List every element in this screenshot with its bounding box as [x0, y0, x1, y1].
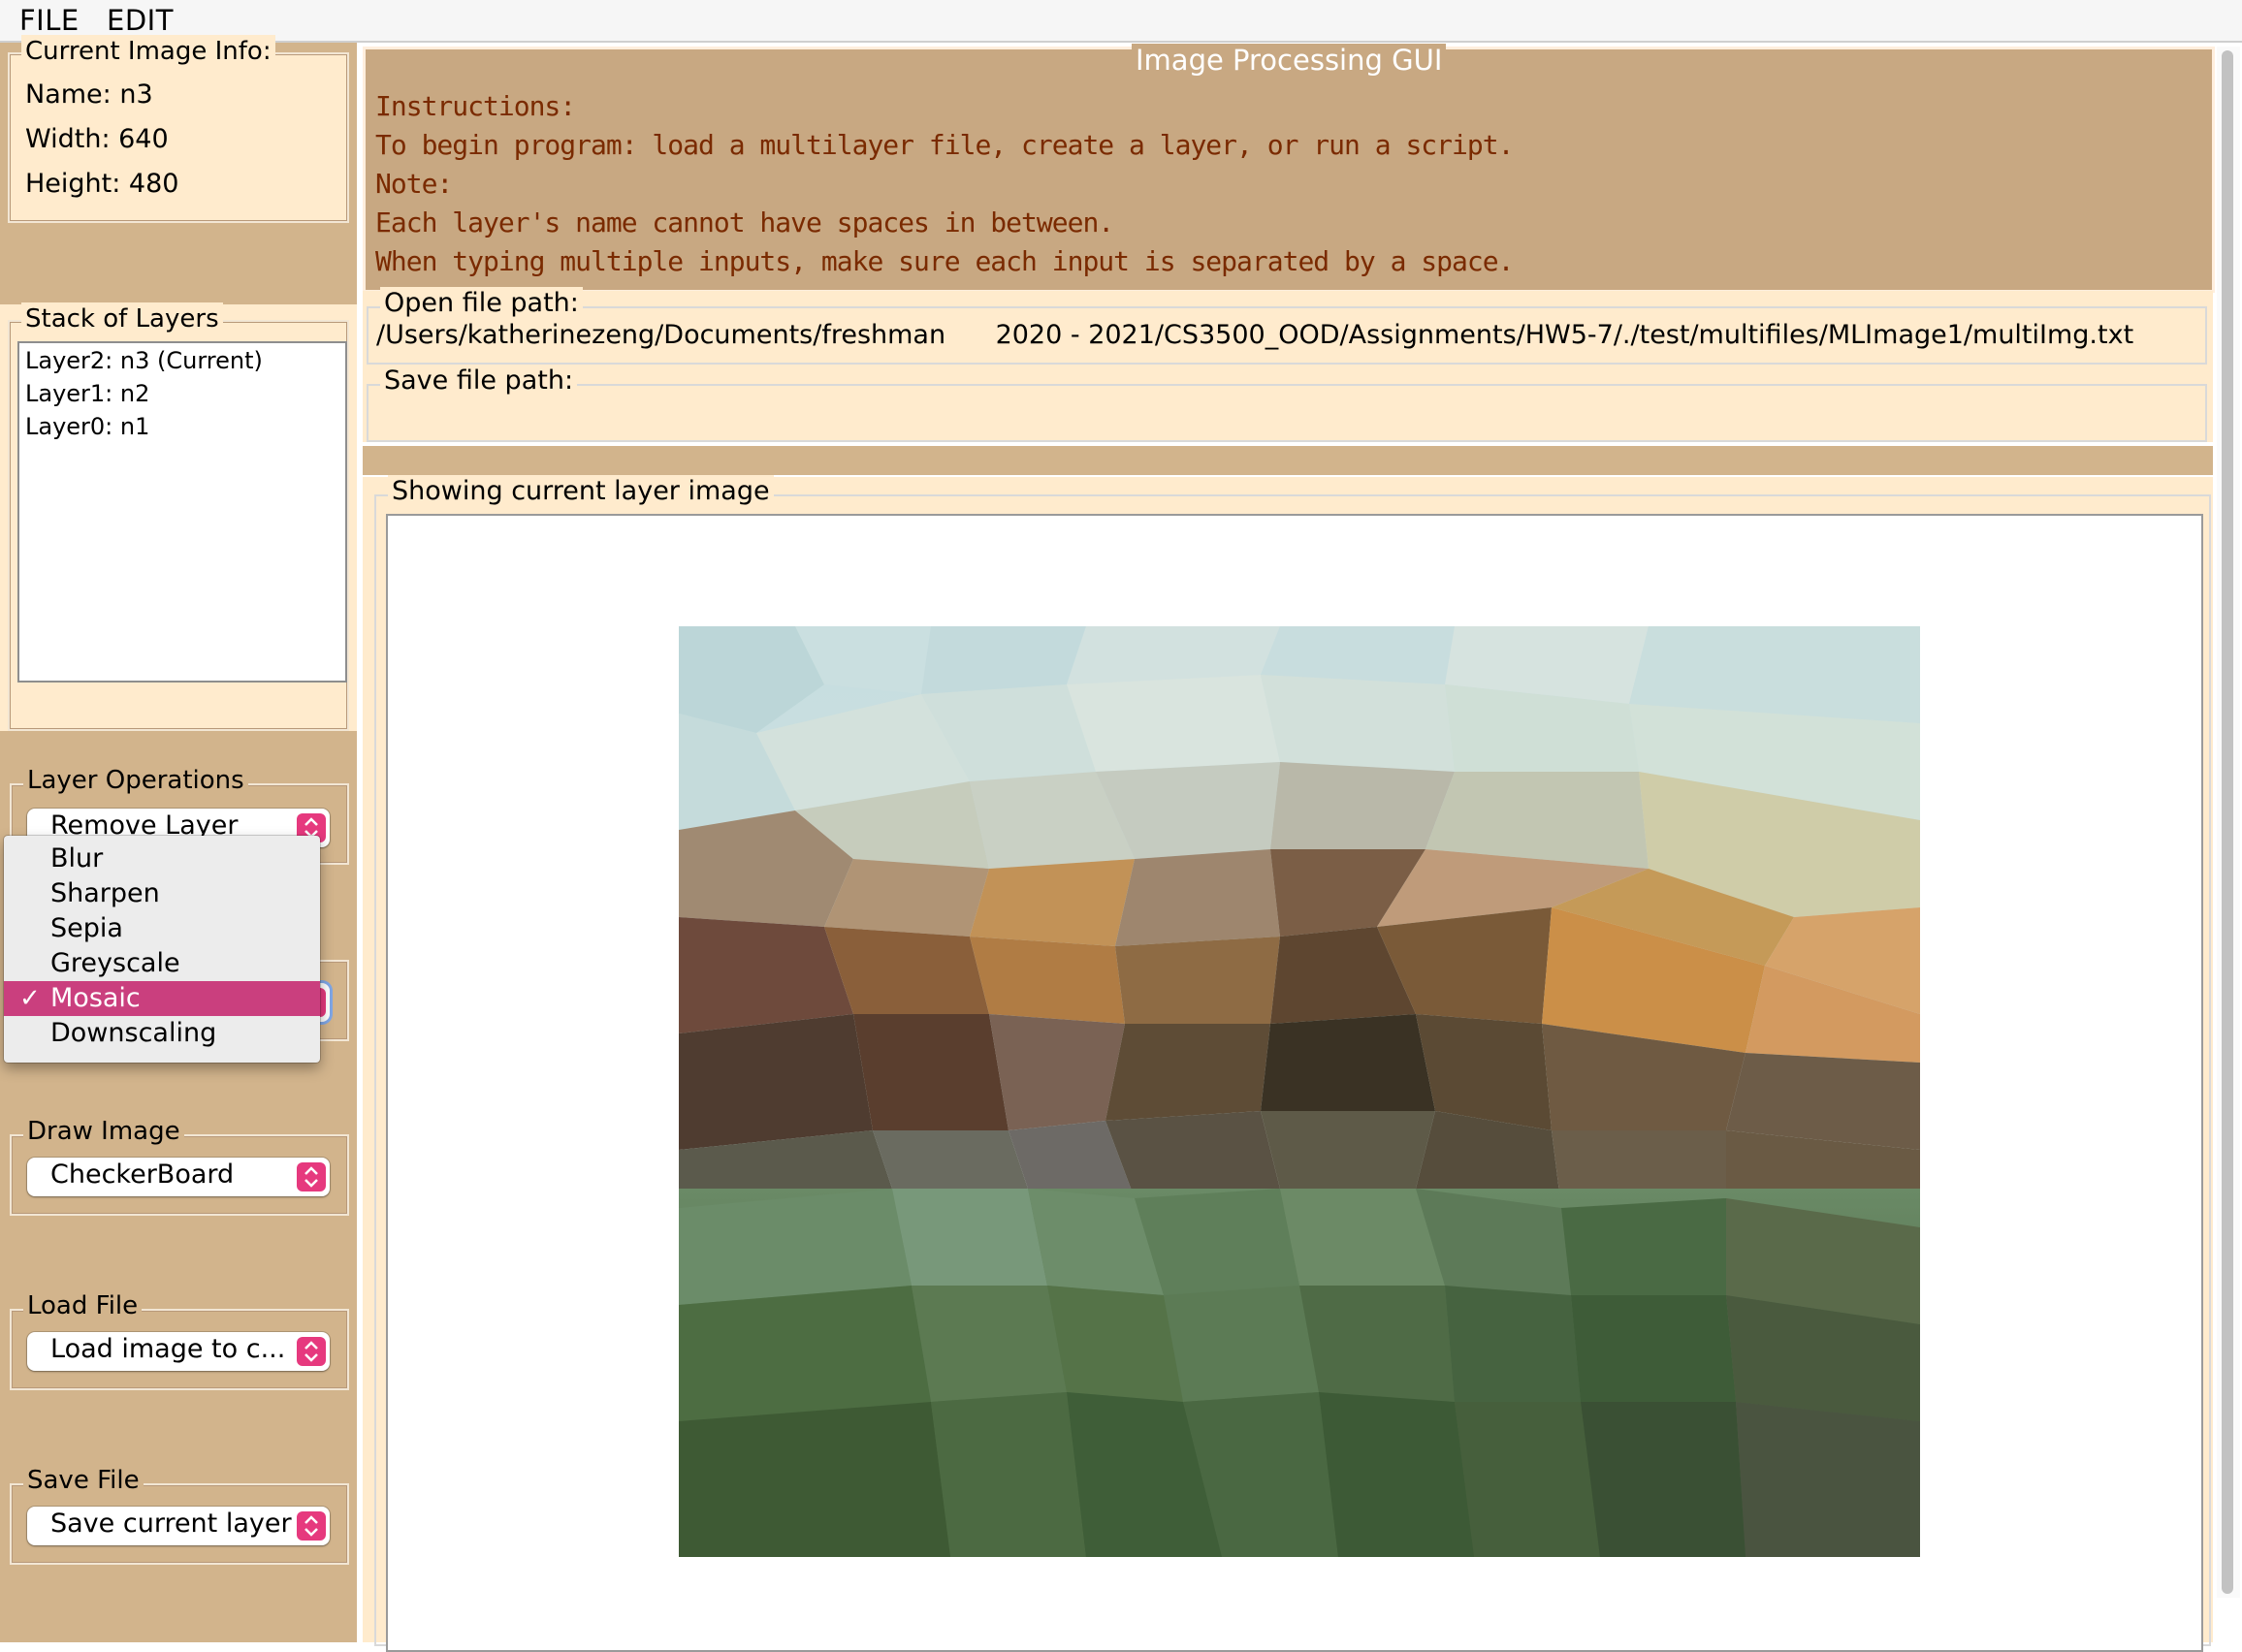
- image-panel: Showing current layer image: [363, 475, 2213, 1652]
- open-path-value: /Users/katherinezeng/Documents/freshman …: [376, 320, 2134, 350]
- instruction-line: To begin program: load a multilayer file…: [375, 129, 1514, 161]
- draw-image-selected: CheckerBoard: [50, 1160, 235, 1190]
- image-height: Height: 480: [25, 169, 179, 199]
- layer-item[interactable]: Layer2: n3 (Current): [25, 347, 263, 374]
- instruction-line: Note:: [375, 168, 453, 200]
- save-file-title: Save File: [23, 1464, 144, 1497]
- instructions-panel: Image Processing GUI Instructions: To be…: [363, 44, 2215, 293]
- layer-item[interactable]: Layer0: n1: [25, 413, 149, 440]
- dropdown-option-greyscale[interactable]: Greyscale: [4, 946, 320, 981]
- option-label: Sharpen: [50, 878, 160, 908]
- open-path-frame: Open file path: /Users/katherinezeng/Doc…: [367, 287, 2207, 365]
- image-info-title: Current Image Info:: [21, 35, 275, 68]
- separator-band: [363, 446, 2213, 475]
- save-path-title: Save file path:: [380, 365, 578, 397]
- image-frame: Showing current layer image: [374, 475, 2211, 1652]
- option-label: Sepia: [50, 913, 123, 943]
- layers-list[interactable]: Layer2: n3 (Current) Layer1: n2 Layer0: …: [17, 341, 347, 683]
- app-title: Image Processing GUI: [1132, 44, 1447, 77]
- layer-item[interactable]: Layer1: n2: [25, 380, 149, 407]
- instruction-line: Each layer's name cannot have spaces in …: [375, 206, 1114, 238]
- paths-panel: Open file path: /Users/katherinezeng/Doc…: [363, 287, 2213, 442]
- image-width: Width: 640: [25, 124, 169, 154]
- load-file-selected: Load image to c...: [50, 1334, 286, 1364]
- open-path-title: Open file path:: [380, 287, 583, 320]
- chevron-updown-icon: [297, 1511, 326, 1541]
- load-file-select[interactable]: Load image to c...: [27, 1332, 330, 1371]
- dropdown-option-downscaling[interactable]: Downscaling: [4, 1016, 320, 1051]
- draw-image-select[interactable]: CheckerBoard: [27, 1158, 330, 1196]
- chevron-updown-icon: [297, 1162, 326, 1191]
- dropdown-option-sepia[interactable]: Sepia: [4, 911, 320, 946]
- enhancement-dropdown-menu: Blur Sharpen Sepia Greyscale ✓ Mosaic Do…: [4, 836, 320, 1063]
- scroll-thumb[interactable]: [2222, 50, 2233, 1594]
- dropdown-option-blur[interactable]: Blur: [4, 842, 320, 876]
- instruction-line: Instructions:: [375, 90, 576, 122]
- dropdown-option-sharpen[interactable]: Sharpen: [4, 876, 320, 911]
- mosaic-image: [679, 626, 1920, 1557]
- layer-ops-title: Layer Operations: [23, 764, 248, 797]
- image-viewport[interactable]: [386, 514, 2203, 1652]
- image-view-title: Showing current layer image: [388, 475, 774, 508]
- load-file-title: Load File: [23, 1289, 143, 1322]
- save-file-selected: Save current layer: [50, 1509, 292, 1539]
- dropdown-option-mosaic[interactable]: ✓ Mosaic: [4, 981, 320, 1016]
- checkmark-icon: ✓: [19, 984, 41, 1013]
- menu-edit[interactable]: EDIT: [107, 4, 174, 37]
- chevron-updown-icon: [297, 1337, 326, 1366]
- option-label: Downscaling: [50, 1018, 217, 1048]
- image-name: Name: n3: [25, 79, 153, 110]
- vertical-scrollbar[interactable]: [2217, 47, 2240, 1598]
- option-label: Mosaic: [50, 983, 141, 1013]
- option-label: Blur: [50, 843, 104, 874]
- save-path-frame: Save file path:: [367, 365, 2207, 442]
- image-info-panel: Current Image Info: Name: n3 Width: 640 …: [8, 35, 349, 223]
- save-file-select[interactable]: Save current layer: [27, 1507, 330, 1545]
- menu-file[interactable]: FILE: [19, 4, 80, 37]
- instruction-line: When typing multiple inputs, make sure e…: [375, 245, 1514, 277]
- draw-image-title: Draw Image: [23, 1115, 184, 1148]
- menu-bar: FILE EDIT: [0, 0, 2242, 43]
- layers-title: Stack of Layers: [21, 302, 223, 335]
- option-label: Greyscale: [50, 948, 180, 978]
